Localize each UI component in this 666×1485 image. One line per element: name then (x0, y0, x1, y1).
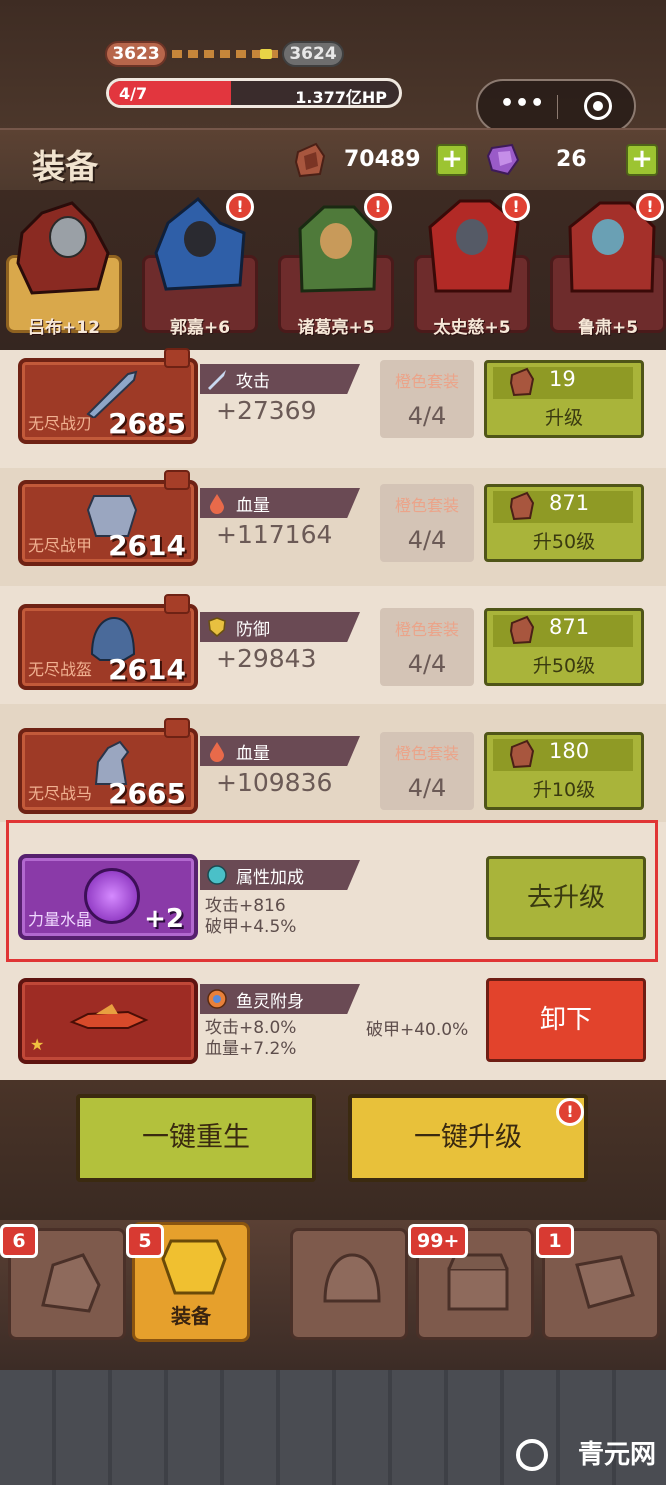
top-bar: 3623 3624 4/7 1.377亿HP ••• (0, 0, 666, 133)
forge-stone-icon (509, 491, 535, 521)
hero-card-taishici[interactable]: ! 太史慈+5 (414, 193, 530, 338)
hero-name: 吕布+12 (28, 318, 100, 338)
tab-badge: 99+ (408, 1224, 469, 1258)
equipment-row-armor: 无尽战甲 2614 血量 +117164 橙色套装 4/4 871 升50级 (0, 468, 666, 586)
one-click-rebirth-button[interactable]: 一键重生 (76, 1094, 316, 1182)
tab-badge: 6 (0, 1224, 38, 1258)
watermark: 青元网 (577, 1440, 656, 1470)
stat-tag: 攻击 (200, 364, 360, 394)
equipment-row-horse: 无尽战马 2665 血量 +109836 橙色套装 4/4 180 升10级 (0, 704, 666, 822)
stat-tag: 鱼灵附身 (200, 984, 360, 1014)
mini-program-capsule: ••• (476, 79, 636, 133)
hero-card-guojia[interactable]: ! 郭嘉+6 (142, 193, 258, 338)
hero-card-zhugeliang[interactable]: ! 诸葛亮+5 (278, 193, 394, 338)
forge-stone-icon (509, 367, 535, 397)
shield-icon (208, 617, 226, 637)
forge-stone-icon (509, 739, 535, 769)
hp-drop-icon (210, 742, 224, 762)
boss-hp-bar: 4/7 1.377亿HP (106, 78, 402, 108)
attack-icon (208, 370, 226, 390)
hero-name: 鲁肃+5 (577, 318, 639, 338)
set-bonus: 橙色套装 4/4 (380, 732, 474, 810)
equipment-row-weapon: 无尽战刃 2685 攻击 +27369 橙色套装 4/4 19 升级 (0, 348, 666, 468)
more-menu-icon[interactable]: ••• (500, 91, 545, 116)
hero-name: 郭嘉+6 (169, 318, 231, 338)
stat-tag: 血量 (200, 488, 360, 518)
alert-icon: ! (556, 1098, 584, 1126)
forge-stone-icon (294, 142, 326, 178)
equipment-slot-horse[interactable]: 无尽战马 2665 (18, 728, 198, 814)
forge-stone-icon (509, 615, 535, 645)
add-forge-stone-button[interactable]: + (436, 144, 468, 176)
tab-badge: 1 (536, 1224, 574, 1258)
upgrade-button[interactable]: 180 升10级 (484, 732, 644, 810)
gem-count: 26 (556, 147, 587, 172)
armor-tab-icon (161, 1239, 227, 1295)
one-click-upgrade-button[interactable]: 一键升级 (348, 1094, 588, 1182)
next-stage: 3624 (282, 41, 344, 67)
fish-spirit-icon (207, 989, 227, 1009)
hero-portrait (16, 201, 110, 295)
scroll-tab-icon (575, 1255, 635, 1309)
page-title: 装备 (32, 147, 98, 186)
floor-background: 青元网 (0, 1370, 666, 1485)
spirit-extra-stat: 破甲+40.0% (366, 1020, 469, 1040)
spirit-stats: 攻击+8.0% 血量+7.2% (205, 1018, 297, 1059)
forge-stone-count: 70489 (344, 147, 421, 172)
alert-icon: ! (636, 193, 664, 221)
tab-forge[interactable] (290, 1228, 408, 1340)
equipment-header: 装备 70489 + 26 + (0, 128, 666, 190)
hero-name: 诸葛亮+5 (297, 318, 375, 338)
unequip-button[interactable]: 卸下 (486, 978, 646, 1062)
spirit-slot[interactable]: ★ (18, 978, 198, 1064)
alert-icon: ! (226, 193, 254, 221)
star-icon: ★ (30, 1035, 45, 1054)
tab-badge: 5 (126, 1224, 164, 1258)
stat-tag: 防御 (200, 612, 360, 642)
upgrade-button[interactable]: 19 升级 (484, 360, 644, 438)
hero-card-lusu[interactable]: ! 鲁肃+5 (550, 193, 666, 338)
purple-gem-icon (486, 143, 520, 176)
bottom-tab-bar: 6 装备 5 99+ 1 (0, 1220, 666, 1370)
hp-drop-icon (210, 494, 224, 514)
hero-name: 太史慈+5 (433, 318, 511, 338)
set-bonus: 橙色套装 4/4 (380, 484, 474, 562)
equipment-panel: 无尽战刃 2685 攻击 +27369 橙色套装 4/4 19 升级 无尽战甲 … (0, 348, 666, 1080)
highlight-frame (6, 820, 658, 962)
equipment-slot-helmet[interactable]: 无尽战盔 2614 (18, 604, 198, 690)
stat-value: +109836 (216, 768, 333, 797)
stage-progress-dots (172, 49, 280, 59)
set-bonus: 橙色套装 4/4 (380, 608, 474, 686)
spirit-row: ★ 鱼灵附身 攻击+8.0% 血量+7.2% 破甲+40.0% 卸下 (0, 978, 666, 1078)
stat-value: +29843 (216, 644, 317, 673)
current-stage: 3623 (105, 41, 167, 67)
fish-icon (69, 1004, 149, 1029)
hero-selector: 吕布+12 ! 郭嘉+6 ! 诸葛亮+5 ! 太史慈+5 ! 鲁肃+5 (0, 190, 666, 350)
boss-hp-value: 1.377亿HP (295, 88, 387, 105)
helmet-tab-icon (323, 1253, 381, 1303)
stat-value: +117164 (216, 520, 333, 549)
equipment-row-helmet: 无尽战盔 2614 防御 +29843 橙色套装 4/4 871 升50级 (0, 586, 666, 704)
equipment-slot-armor[interactable]: 无尽战甲 2614 (18, 480, 198, 566)
stat-value: +27369 (216, 396, 317, 425)
wave-progress: 4/7 (119, 84, 148, 103)
alert-icon: ! (364, 193, 392, 221)
upgrade-button[interactable]: 871 升50级 (484, 608, 644, 686)
stat-tag: 血量 (200, 736, 360, 766)
set-bonus: 橙色套装 4/4 (380, 360, 474, 438)
hero-tab-icon (41, 1253, 101, 1313)
alert-icon: ! (502, 193, 530, 221)
close-mini-program-icon[interactable] (584, 92, 612, 120)
upgrade-button[interactable]: 871 升50级 (484, 484, 644, 562)
bulk-actions: 一键重生 一键升级 ! (0, 1080, 666, 1220)
hero-card-lvbu[interactable]: 吕布+12 (6, 193, 122, 338)
add-gem-button[interactable]: + (626, 144, 658, 176)
equipment-slot-weapon[interactable]: 无尽战刃 2685 (18, 358, 198, 444)
watermark-logo-icon (516, 1439, 548, 1471)
